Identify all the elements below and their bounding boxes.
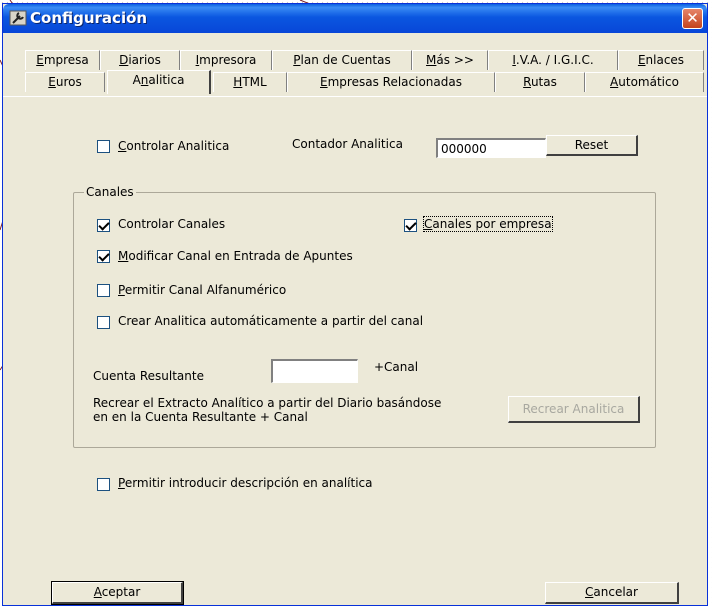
canal-suffix-label: +Canal: [374, 360, 419, 374]
tab-html[interactable]: HTML: [213, 72, 287, 92]
tab-enlaces[interactable]: Enlaces: [618, 50, 704, 70]
crear-analitica-checkbox[interactable]: [97, 316, 110, 329]
wrench-app-icon: [9, 10, 27, 26]
permitir-alfanumerico-label: Permitir Canal Alfanumérico: [118, 283, 287, 297]
tab-impresora[interactable]: Impresora: [180, 50, 272, 70]
title-bar[interactable]: Configuración ✕: [3, 4, 707, 33]
window-title: Configuración: [30, 9, 148, 27]
controlar-analitica-label: Controlar Analitica: [118, 139, 230, 153]
tab-analitica[interactable]: Analitica: [107, 70, 211, 94]
permitir-descripcion-checkbox[interactable]: [97, 478, 110, 491]
tab-diarios[interactable]: Diarios: [100, 50, 180, 70]
configuracion-dialog: Configuración ✕ Empresa Diarios Impresor…: [2, 3, 708, 606]
tab-empresas-relacionadas[interactable]: Empresas Relacionadas: [287, 72, 495, 92]
canales-por-empresa-checkbox[interactable]: [404, 219, 417, 232]
tab-empresa[interactable]: Empresa: [25, 50, 100, 70]
cuenta-resultante-input[interactable]: [271, 359, 358, 383]
contador-analitica-label: Contador Analitica: [292, 137, 403, 151]
tab-automatico[interactable]: Automático: [585, 72, 704, 92]
recrear-analitica-button[interactable]: Recrear Analitica: [508, 396, 640, 423]
reset-button[interactable]: Reset: [546, 135, 638, 156]
tab-plan-de-cuentas[interactable]: Plan de Cuentas: [272, 50, 412, 70]
controlar-analitica-checkbox[interactable]: [97, 140, 110, 153]
aceptar-button[interactable]: Aceptar: [51, 581, 184, 605]
modificar-canal-label: Modificar Canal en Entrada de Apuntes: [118, 249, 353, 263]
permitir-alfanumerico-checkbox[interactable]: [97, 284, 110, 297]
close-button[interactable]: ✕: [682, 8, 703, 29]
modificar-canal-checkbox[interactable]: [97, 250, 110, 263]
cuenta-resultante-label: Cuenta Resultante: [93, 369, 204, 383]
crear-analitica-label: Crear Analitica automáticamente a partir…: [118, 314, 424, 328]
tab-euros[interactable]: Euros: [25, 72, 105, 92]
tab-row-1: Empresa Diarios Impresora Plan de Cuenta…: [3, 50, 707, 71]
recrear-description-line-2: en en la Cuenta Resultante + Canal: [93, 410, 308, 424]
permitir-descripcion-label: Permitir introducir descripción en analí…: [118, 476, 373, 490]
close-icon: ✕: [686, 9, 699, 27]
tab-panel-border: [3, 96, 707, 97]
tab-rutas[interactable]: Rutas: [495, 72, 585, 92]
recrear-description-line-1: Recrear el Extracto Analítico a partir d…: [93, 396, 442, 410]
canales-por-empresa-label: Canales por empresa: [423, 216, 553, 232]
controlar-canales-label: Controlar Canales: [118, 217, 226, 231]
tab-row-2: Euros Analitica HTML Empresas Relacionad…: [3, 70, 707, 94]
cancelar-button[interactable]: Cancelar: [545, 582, 679, 604]
tab-mas[interactable]: Más >>: [412, 50, 488, 70]
controlar-canales-checkbox[interactable]: [97, 219, 110, 232]
contador-analitica-input[interactable]: 000000: [436, 138, 546, 158]
tab-iva-igic[interactable]: I.V.A. / I.G.I.C.: [488, 50, 618, 70]
canales-legend: Canales: [84, 185, 136, 199]
